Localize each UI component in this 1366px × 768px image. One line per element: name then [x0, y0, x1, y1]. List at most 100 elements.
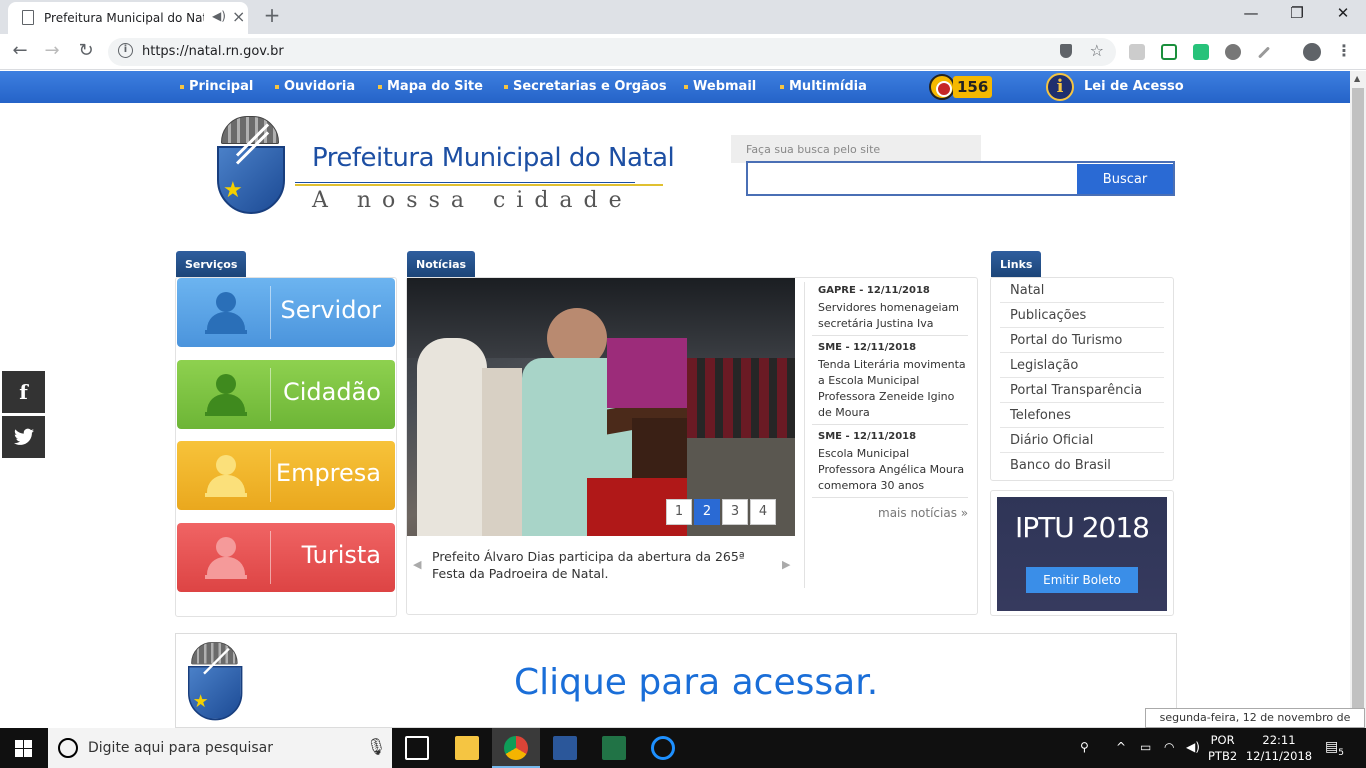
link-banco-do-brasil[interactable]: Banco do Brasil	[1010, 458, 1111, 473]
news-prev-arrow-icon[interactable]: ◀	[413, 558, 421, 571]
extension-icon[interactable]	[1129, 44, 1145, 60]
site-tagline: A nossa cidade	[312, 188, 633, 213]
speaker-icon[interactable]: ◀)	[212, 9, 226, 23]
chrome-icon[interactable]	[504, 736, 528, 760]
wifi-icon[interactable]: ◠	[1164, 740, 1174, 754]
lang-top: POR	[1210, 733, 1235, 747]
maximize-button[interactable]: ❐	[1274, 4, 1320, 22]
star-icon: ★	[223, 178, 243, 203]
photo-crowd-purple	[607, 338, 687, 408]
taskbar-search[interactable]: Digite aqui para pesquisar 🎙	[48, 728, 392, 768]
servicos-tab: Serviços	[176, 251, 247, 277]
news-item[interactable]: SME - 12/11/2018 Escola Municipal Profes…	[818, 431, 968, 494]
nav-webmail[interactable]: Webmail	[684, 79, 756, 94]
extension-grammar-icon[interactable]	[1193, 44, 1209, 60]
photo-priest	[417, 338, 487, 536]
battery-icon[interactable]: ▭	[1140, 740, 1151, 754]
extension-shield-icon[interactable]	[1161, 44, 1177, 60]
site-title[interactable]: Prefeitura Municipal do Natal	[312, 143, 675, 173]
eyedropper-icon[interactable]	[1257, 46, 1271, 59]
profile-avatar-icon[interactable]	[1303, 43, 1321, 61]
bookmark-star-icon[interactable]: ☆	[1090, 41, 1104, 60]
nav-multimidia[interactable]: Multimídia	[780, 79, 867, 94]
news-photo[interactable]	[407, 278, 795, 536]
information-icon[interactable]: i	[1046, 73, 1074, 101]
forward-button[interactable]: →	[40, 40, 64, 61]
task-view-icon[interactable]	[405, 736, 429, 760]
news-headline[interactable]: Escola Municipal Professora Angélica Mou…	[818, 446, 968, 494]
language-indicator[interactable]: POR PTB2	[1208, 732, 1237, 764]
nav-label: Multimídia	[789, 79, 867, 94]
clock-date: 12/11/2018	[1245, 749, 1313, 763]
banner-text[interactable]: Clique para acessar.	[514, 662, 878, 703]
word-icon[interactable]	[553, 736, 577, 760]
facebook-icon[interactable]: f	[2, 371, 45, 413]
scrollbar-thumb[interactable]	[1352, 88, 1364, 708]
link-legislacao[interactable]: Legislação	[1010, 358, 1078, 373]
city-crest-logo[interactable]: ★	[217, 116, 287, 216]
nav-secretarias[interactable]: Secretarias e Orgãos	[504, 79, 667, 94]
close-window-button[interactable]: ✕	[1320, 4, 1366, 22]
url-text: https://natal.rn.gov.br	[142, 44, 284, 59]
menu-icon[interactable]: ⋮	[1336, 41, 1352, 60]
news-caption[interactable]: Prefeito Álvaro Dias participa da abertu…	[432, 548, 777, 582]
extension-gear-icon[interactable]	[1225, 44, 1241, 60]
search-button[interactable]: Buscar	[1077, 164, 1173, 194]
people-icon[interactable]: ⚲	[1080, 740, 1089, 754]
cidadao-label: Cidadão	[283, 378, 381, 406]
link-portal-turismo[interactable]: Portal do Turismo	[1010, 333, 1122, 348]
news-item[interactable]: SME - 12/11/2018 Tenda Literária movimen…	[818, 342, 968, 421]
radio-156-logo[interactable]: 156	[929, 74, 993, 100]
more-news-link[interactable]: mais notícias »	[878, 506, 968, 520]
servidor-button[interactable]: Servidor	[177, 278, 395, 347]
back-button[interactable]: ←	[8, 40, 32, 61]
site-info-icon[interactable]: i	[118, 43, 133, 58]
volume-icon[interactable]: ◀)	[1186, 740, 1200, 754]
news-headline[interactable]: Tenda Literária movimenta a Escola Munic…	[818, 357, 968, 421]
news-page-3[interactable]: 3	[722, 499, 748, 525]
search-input[interactable]	[750, 165, 1076, 192]
news-page-2[interactable]: 2	[694, 499, 720, 525]
news-next-arrow-icon[interactable]: ▶	[782, 558, 790, 571]
twitter-icon[interactable]: t	[2, 416, 45, 458]
taskbar-clock[interactable]: 22:11 12/11/2018	[1244, 732, 1314, 764]
emitir-boleto-button[interactable]: Emitir Boleto	[1026, 567, 1138, 593]
link-publicacoes[interactable]: Publicações	[1010, 308, 1086, 323]
close-tab-icon[interactable]: ×	[232, 7, 245, 26]
lei-de-acesso-link[interactable]: Lei de Acesso	[1084, 79, 1184, 94]
link-portal-transparencia[interactable]: Portal Transparência	[1010, 383, 1142, 398]
browser-tab[interactable]: Prefeitura Municipal do Natal ◀) ×	[8, 2, 248, 34]
notification-center-icon[interactable]: ▤5	[1325, 739, 1344, 758]
tray-chevron-icon[interactable]: ^	[1116, 740, 1126, 754]
news-separator	[812, 424, 968, 425]
windows-start-icon[interactable]	[15, 740, 32, 757]
blocked-icon[interactable]	[1060, 44, 1072, 58]
access-banner[interactable]: ★ Clique para acessar.	[175, 633, 1177, 728]
scroll-up-arrow-icon[interactable]: ▲	[1354, 74, 1360, 83]
minimize-button[interactable]: —	[1228, 4, 1274, 22]
link-natal[interactable]: Natal	[1010, 283, 1044, 298]
link-separator	[1000, 302, 1164, 303]
news-page-1[interactable]: 1	[666, 499, 692, 525]
nav-label: Principal	[189, 79, 254, 94]
nav-principal[interactable]: Principal	[180, 79, 253, 94]
news-headline[interactable]: Servidores homenageiam secretária Justin…	[818, 300, 968, 332]
news-item[interactable]: GAPRE - 12/11/2018 Servidores homenageia…	[818, 285, 968, 332]
excel-icon[interactable]	[602, 736, 626, 760]
link-diario-oficial[interactable]: Diário Oficial	[1010, 433, 1093, 448]
new-tab-button[interactable]: +	[260, 3, 284, 27]
empresa-button[interactable]: Empresa	[177, 441, 395, 510]
nav-ouvidoria[interactable]: Ouvidoria	[275, 79, 355, 94]
news-page-4[interactable]: 4	[750, 499, 776, 525]
address-bar[interactable]: i https://natal.rn.gov.br ☆	[108, 38, 1116, 66]
file-explorer-icon[interactable]	[455, 736, 479, 760]
turista-button[interactable]: Turista	[177, 523, 395, 592]
microphone-icon[interactable]: 🎙	[366, 737, 386, 756]
link-telefones[interactable]: Telefones	[1010, 408, 1071, 423]
news-source: SME - 12/11/2018	[818, 431, 917, 442]
cidadao-button[interactable]: Cidadão	[177, 360, 395, 429]
iptu-banner[interactable]: IPTU 2018 Emitir Boleto	[997, 497, 1167, 611]
nav-mapa-do-site[interactable]: Mapa do Site	[378, 79, 483, 94]
reload-button[interactable]: ↻	[74, 40, 98, 61]
internet-explorer-icon[interactable]	[651, 736, 675, 760]
